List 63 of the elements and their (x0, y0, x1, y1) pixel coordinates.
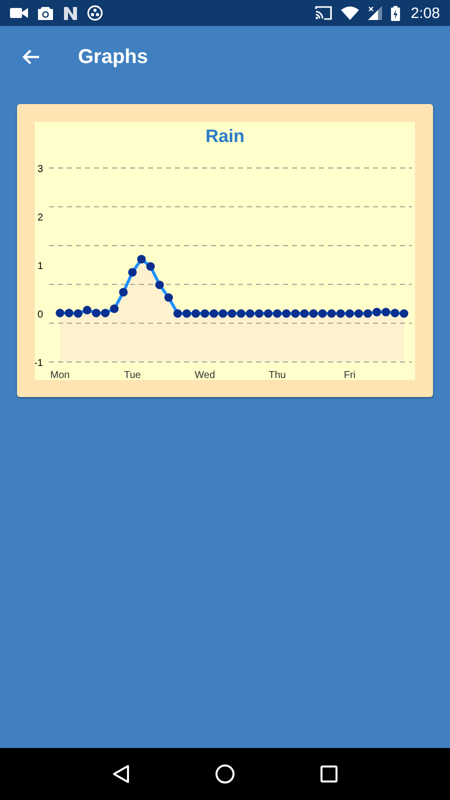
circle-dots-icon (87, 5, 103, 21)
y-axis-label: 3 (37, 164, 43, 175)
battery-charging-icon (390, 6, 400, 20)
x-axis-label: Tue (124, 370, 141, 380)
x-axis-label: Mon (50, 370, 70, 380)
y-axis-label: 2 (37, 212, 43, 224)
signal-icon (368, 6, 382, 20)
triangle-back-icon (112, 764, 130, 784)
data-point (318, 309, 327, 318)
data-point (200, 309, 210, 318)
camera-icon (37, 6, 54, 20)
video-camera-icon (10, 7, 28, 19)
data-point (137, 254, 146, 264)
data-point (64, 308, 74, 318)
chart-title: Rain (206, 126, 244, 146)
wifi-icon (340, 6, 359, 20)
data-point (272, 309, 282, 318)
data-point (192, 309, 200, 318)
data-point (382, 308, 390, 316)
data-point (146, 262, 155, 271)
data-point (119, 288, 128, 296)
data-point (246, 309, 254, 318)
data-point (254, 309, 264, 318)
data-point (228, 309, 236, 318)
x-axis-label: Thu (268, 370, 286, 380)
data-point (218, 309, 228, 318)
y-axis-label: 0 (37, 310, 43, 320)
x-axis-label: Fri (344, 370, 356, 380)
data-point (173, 309, 182, 318)
data-point (336, 309, 345, 318)
data-point (155, 280, 164, 290)
data-point (210, 309, 218, 318)
circle-home-icon (214, 764, 235, 784)
back-arrow-icon (22, 49, 40, 65)
data-point (82, 306, 92, 314)
data-point (309, 309, 318, 318)
data-point (390, 308, 400, 318)
n-logo-icon (63, 6, 78, 20)
data-point (291, 309, 300, 318)
data-point (345, 309, 354, 318)
y-axis-label: 1 (37, 261, 43, 272)
data-point (236, 309, 246, 318)
data-point (372, 308, 382, 316)
data-point (182, 309, 192, 318)
data-point (164, 293, 173, 302)
data-point (327, 309, 336, 318)
data-point (300, 309, 309, 318)
data-point (354, 309, 364, 318)
square-recents-icon (320, 765, 338, 783)
data-point (282, 309, 291, 318)
data-point (128, 268, 137, 277)
data-point (74, 309, 82, 318)
data-point (110, 304, 119, 313)
data-point (92, 308, 100, 318)
x-axis-label: Wed (194, 370, 216, 380)
data-point (264, 309, 272, 318)
data-point (56, 308, 64, 318)
data-point (400, 309, 408, 318)
data-point (364, 309, 372, 318)
cast-icon (314, 6, 332, 20)
status-time: 2:08 (410, 4, 440, 22)
screen-title: Graphs (78, 46, 148, 68)
data-point (100, 308, 110, 318)
